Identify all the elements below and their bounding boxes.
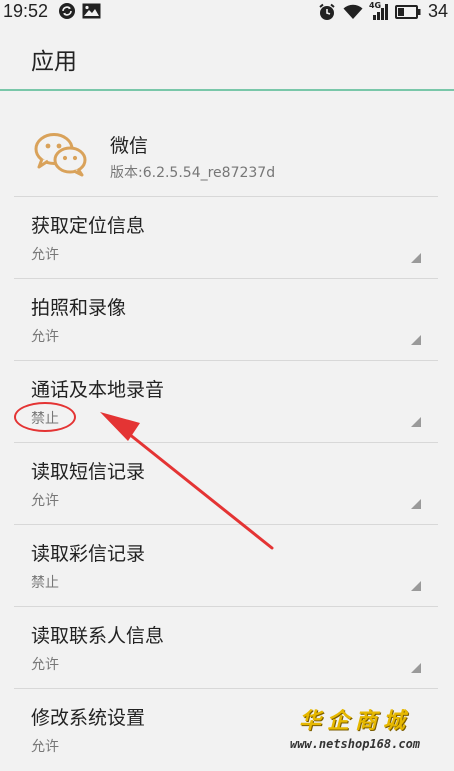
- permission-value: 允许: [31, 329, 59, 345]
- permission-title: 读取短信记录: [31, 461, 146, 483]
- sync-icon: [59, 3, 75, 19]
- permission-title: 读取联系人信息: [31, 625, 165, 647]
- dropdown-corner-icon: [411, 335, 421, 345]
- status-bar: 19:52 4G 34: [0, 0, 454, 24]
- watermark-url: www.netshop168.com: [289, 737, 421, 751]
- permission-value: 允许: [31, 247, 59, 263]
- permission-title: 拍照和录像: [31, 297, 127, 319]
- dropdown-corner-icon: [411, 499, 421, 509]
- permission-value: 禁止: [31, 575, 59, 591]
- permission-title: 通话及本地录音: [31, 379, 165, 401]
- permission-title: 修改系统设置: [31, 707, 146, 729]
- status-time: 19:52: [3, 1, 49, 21]
- battery-icon: [394, 4, 421, 19]
- dropdown-corner-icon: [411, 253, 421, 263]
- annotation-ellipse: [14, 402, 76, 432]
- image-icon: [82, 3, 101, 19]
- dropdown-corner-icon: [411, 417, 421, 427]
- page-title: 应用: [31, 49, 77, 75]
- signal-indicator: 4G: [368, 0, 388, 21]
- app-bar: 应用: [0, 24, 454, 88]
- alarm-icon: [319, 3, 335, 20]
- watermark-title: 华企商城: [298, 708, 411, 734]
- app-name: 微信: [110, 135, 149, 157]
- permission-value: 允许: [31, 739, 59, 755]
- permission-title: 读取彩信记录: [31, 543, 146, 565]
- permission-call-recording[interactable]: 通话及本地录音 禁止: [0, 361, 454, 443]
- dropdown-corner-icon: [411, 663, 421, 673]
- permission-title: 获取定位信息: [31, 215, 146, 237]
- permission-mms[interactable]: 读取彩信记录 禁止: [0, 525, 454, 607]
- dropdown-corner-icon: [411, 581, 421, 591]
- permission-contacts[interactable]: 读取联系人信息 允许: [0, 607, 454, 689]
- permission-sms[interactable]: 读取短信记录 允许: [0, 443, 454, 525]
- wechat-icon: [34, 133, 87, 177]
- permission-value: 允许: [31, 657, 59, 673]
- permission-value: 允许: [31, 493, 59, 509]
- permission-location[interactable]: 获取定位信息 允许: [0, 197, 454, 279]
- app-version: 版本:6.2.5.54_re87237d: [110, 165, 276, 181]
- watermark: 华企商城 www.netshop168.com: [270, 703, 440, 755]
- permission-camera[interactable]: 拍照和录像 允许: [0, 279, 454, 361]
- status-left-icons: [58, 2, 101, 20]
- wifi-icon: [343, 4, 363, 19]
- battery-level: 34: [427, 1, 448, 21]
- app-info: 微信 版本:6.2.5.54_re87237d: [0, 91, 454, 197]
- network-type-label: 4G: [368, 0, 382, 10]
- status-right-icons: 4G 34: [318, 1, 448, 22]
